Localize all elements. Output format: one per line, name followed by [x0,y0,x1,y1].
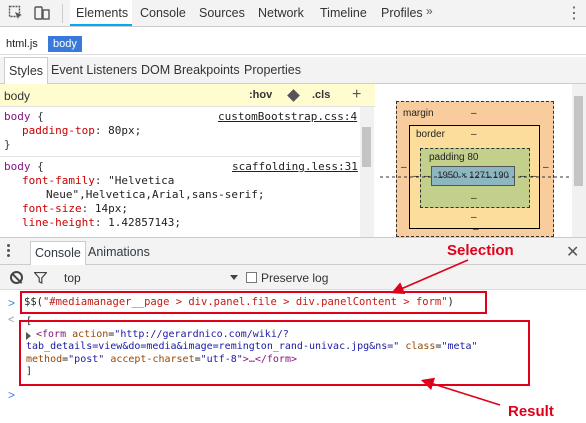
toggle-element-state-icon[interactable] [287,89,300,102]
tab-styles[interactable]: Styles [4,57,49,84]
tab-sources[interactable]: Sources [199,0,245,26]
clear-console-icon[interactable] [10,271,23,284]
tab-network[interactable]: Network [258,0,304,26]
tab-timeline[interactable]: Timeline [320,0,367,26]
breadcrumb: html.js body [0,27,586,55]
rule-selector[interactable]: body [4,160,31,173]
padding-label[interactable]: padding 80 [429,152,479,163]
rule-property[interactable]: padding-top [22,124,95,137]
customize-menu-icon[interactable]: ⋮ [566,3,582,23]
rule-value-continued: Neue",Helvetica,Arial,sans-serif; [46,188,265,201]
border-top-value[interactable]: – [471,129,477,140]
breadcrumb-body[interactable]: body [48,36,82,52]
margin-left-value[interactable]: – [401,162,407,173]
style-rules: body { customBootstrap.css:4 padding-top… [0,107,360,237]
more-tabs-button[interactable]: » [426,4,433,18]
sidebar-tabs: Styles Event Listeners DOM Breakpoints P… [0,57,586,84]
device-mode-icon[interactable] [34,5,50,21]
rule-close-brace: } [4,138,11,151]
close-drawer-icon[interactable]: ✕ [566,242,579,262]
tab-event-listeners[interactable]: Event Listeners [51,57,137,84]
empty-prompt-icon[interactable]: > [8,388,15,402]
return-value-icon: < [8,314,15,326]
filter-icon[interactable] [33,271,48,284]
tab-dom-breakpoints[interactable]: DOM Breakpoints [141,57,240,84]
styles-scrollbar-thumb[interactable] [362,127,371,167]
padding-bottom-value[interactable]: – [471,193,477,204]
context-dropdown-arrow-icon[interactable] [230,275,238,280]
rule-value[interactable]: 1.42857143; [108,216,181,229]
rule-property[interactable]: font-size [22,202,82,215]
selection-highlight-box [20,291,487,314]
new-style-rule-icon[interactable]: + [352,86,361,104]
hover-state-button[interactable]: :hov [249,89,272,101]
rule-source-link[interactable]: scaffolding.less:31 [232,160,358,174]
tab-properties[interactable]: Properties [244,57,301,84]
rule-selector[interactable]: body [4,110,31,123]
context-selector[interactable]: top [64,271,81,285]
drawer-menu-icon[interactable] [7,244,11,257]
rule-brace: { [30,160,44,173]
input-prompt-icon: > [8,296,16,310]
main-toolbar: Elements Console Sources Network Timelin… [0,0,586,27]
tab-elements[interactable]: Elements [70,0,132,26]
drawer-tab-console[interactable]: Console [30,241,86,265]
styles-filter-input[interactable]: body [4,89,30,103]
toolbar-divider [62,4,63,23]
rule-property[interactable]: font-family [22,174,95,187]
border-label: border [416,129,445,140]
drawer-tab-animations[interactable]: Animations [88,241,150,264]
console-toolbar: top Preserve log [0,265,586,290]
margin-bottom-value[interactable]: – [473,224,479,235]
box-model-dashed-line [380,176,570,178]
rule-source-link[interactable]: customBootstrap.css:4 [218,110,357,124]
tab-console[interactable]: Console [140,0,186,26]
result-highlight-box [19,320,530,386]
rule-brace: { [30,110,44,123]
style-rule: body { customBootstrap.css:4 padding-top… [4,110,358,151]
preserve-log-checkbox[interactable] [246,272,257,283]
style-rule: body { scaffolding.less:31 font-family: … [0,156,360,233]
selection-annotation: Selection [447,242,514,259]
box-model-scrollbar-thumb[interactable] [574,96,583,186]
margin-right-value[interactable]: – [543,162,549,173]
rule-property[interactable]: line-height [22,216,95,229]
preserve-log-label: Preserve log [261,271,329,285]
inspect-element-icon[interactable] [8,5,24,21]
breadcrumb-html[interactable]: html.js [6,38,38,50]
border-bottom-value[interactable]: – [471,212,477,223]
rule-value[interactable]: "Helvetica [108,174,174,187]
rule-value[interactable]: 14px; [95,202,128,215]
rule-value[interactable]: 80px; [108,124,141,137]
styles-filter-bar: body :hov .cls + [0,84,375,107]
tab-profiles[interactable]: Profiles [381,0,423,26]
result-annotation: Result [508,403,554,420]
class-toggle-button[interactable]: .cls [312,89,330,101]
margin-label: margin [403,108,434,119]
margin-top-value[interactable]: – [471,108,477,119]
